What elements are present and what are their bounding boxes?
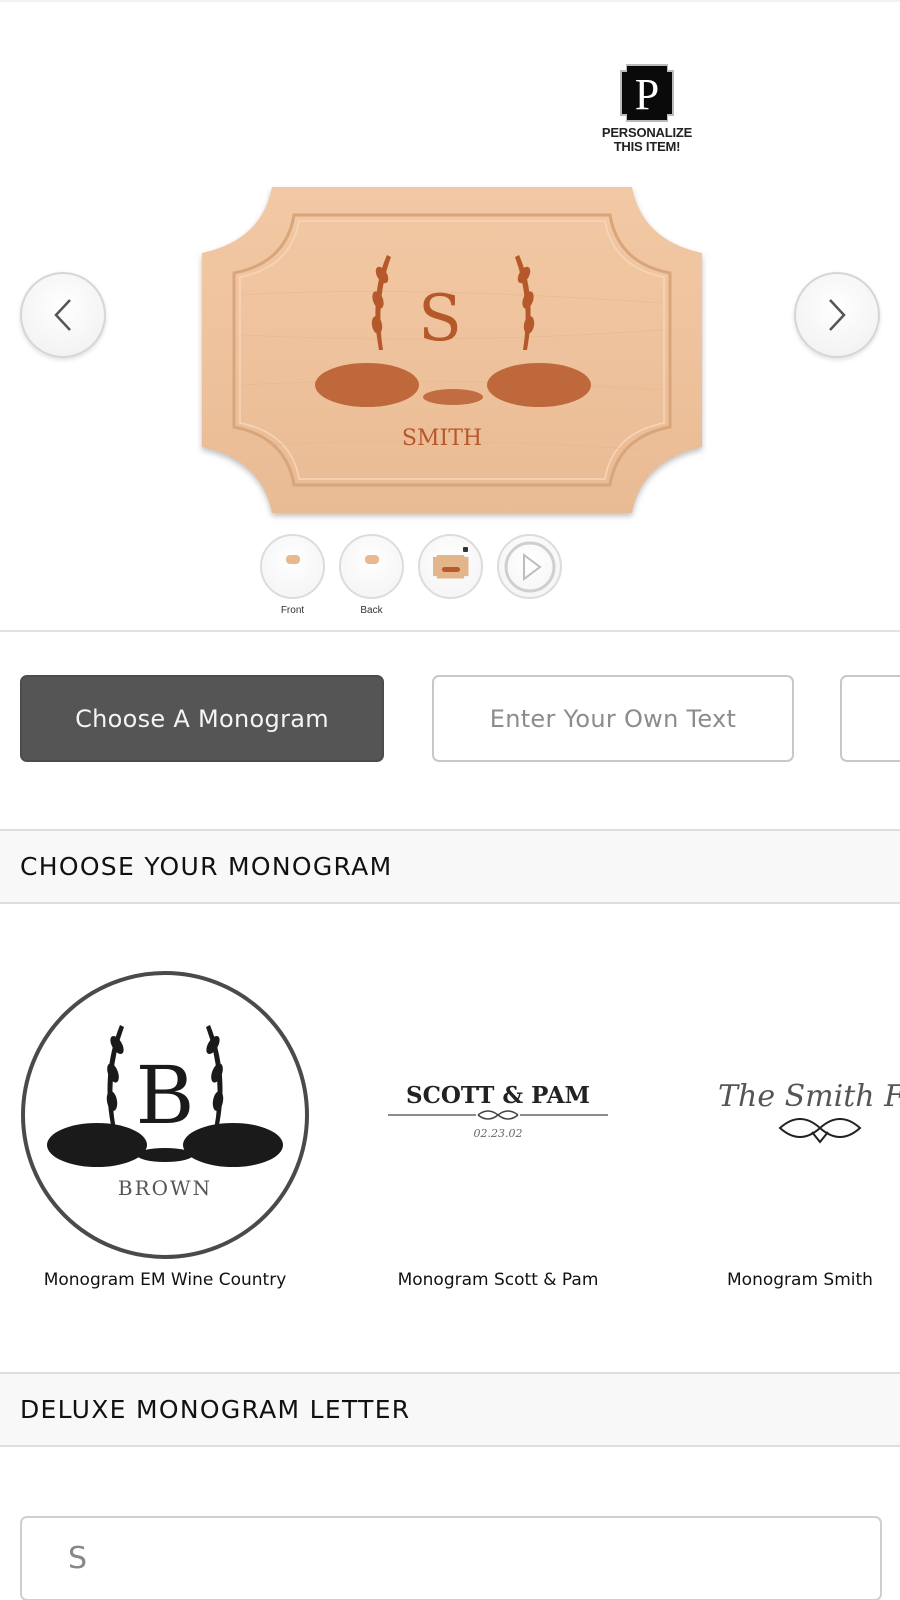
- wine-country-monogram-preview: B BROWN: [47, 1025, 283, 1200]
- thumbnail-label: Front: [280, 605, 305, 616]
- thumbnail-label: [497, 605, 562, 617]
- monogram-option-label: Monogram Smith: [727, 1270, 873, 1290]
- chevron-right-icon: [829, 299, 846, 331]
- top-divider: [0, 0, 900, 2]
- personalize-badge-icon: P: [616, 62, 678, 124]
- divider: [0, 630, 900, 632]
- thumbnail-front[interactable]: Front: [260, 534, 325, 617]
- svg-text:P: P: [635, 70, 659, 119]
- tab-enter-own-text[interactable]: Enter Your Own Text: [432, 675, 794, 762]
- section-title: CHOOSE YOUR MONOGRAM: [20, 852, 393, 881]
- thumbnail-label: Back: [360, 605, 383, 616]
- personalize-text-line2: THIS ITEM!: [613, 139, 681, 154]
- personalization-tabs: Choose A Monogram Enter Your Own Text: [20, 675, 900, 765]
- monogram-option-label: Monogram Scott & Pam: [397, 1270, 599, 1290]
- smith-monogram-preview: The Smith F: [718, 1079, 900, 1144]
- carousel-next-button[interactable]: [794, 272, 880, 358]
- chevron-left-icon: [54, 299, 71, 331]
- monogram-letter-input[interactable]: [20, 1516, 882, 1600]
- scott-pam-monogram-preview: SCOTT & PAM 02.23.02: [388, 1082, 608, 1140]
- personalize-marker-icon: [463, 547, 468, 552]
- engraved-letter: S: [418, 282, 462, 356]
- tab-more[interactable]: [840, 675, 900, 762]
- personalize-text-line1: PERSONALIZE: [601, 125, 693, 140]
- section-title: DELUXE MONOGRAM LETTER: [20, 1395, 411, 1424]
- monogram-option-wine-country[interactable]: B BROWN Monogram EM Wine Country: [20, 970, 310, 1290]
- section-header-choose-monogram: CHOOSE YOUR MONOGRAM: [0, 829, 900, 904]
- tab-choose-monogram[interactable]: Choose A Monogram: [20, 675, 384, 762]
- selected-ring: B BROWN: [21, 971, 309, 1259]
- thumbnail-video[interactable]: [497, 534, 562, 617]
- thumbnail-strip: Front Back: [260, 534, 562, 617]
- thumbnail-back[interactable]: Back: [339, 534, 404, 617]
- monogram-option-smith[interactable]: The Smith F Monogram Smith: [700, 970, 900, 1290]
- svg-text:The Smith F: The Smith F: [718, 1079, 900, 1114]
- svg-text:SCOTT & PAM: SCOTT & PAM: [406, 1082, 590, 1109]
- monogram-option-label: Monogram EM Wine Country: [43, 1270, 287, 1290]
- section-header-deluxe-letter: DELUXE MONOGRAM LETTER: [0, 1372, 900, 1447]
- thumbnail-personalized[interactable]: [418, 534, 483, 617]
- svg-text:BROWN: BROWN: [118, 1176, 212, 1200]
- thumbnail-label: [418, 605, 483, 617]
- board-thumbnail-icon: [285, 555, 300, 564]
- board-thumbnail-icon: [364, 555, 379, 564]
- monogram-options: B BROWN Monogram EM Wine Country SCOTT &…: [0, 970, 900, 1300]
- personalize-item-button[interactable]: P PERSONALIZE THIS ITEM!: [592, 62, 702, 154]
- personalized-board-icon: [432, 554, 469, 579]
- svg-text:B: B: [136, 1049, 195, 1142]
- carousel-prev-button[interactable]: [20, 272, 106, 358]
- product-image: S SMITH: [202, 185, 702, 515]
- monogram-option-scott-pam[interactable]: SCOTT & PAM 02.23.02 Monogram Scott & Pa…: [353, 970, 643, 1290]
- play-icon: [504, 541, 555, 592]
- svg-text:02.23.02: 02.23.02: [474, 1127, 523, 1140]
- engraved-name: SMITH: [402, 426, 482, 451]
